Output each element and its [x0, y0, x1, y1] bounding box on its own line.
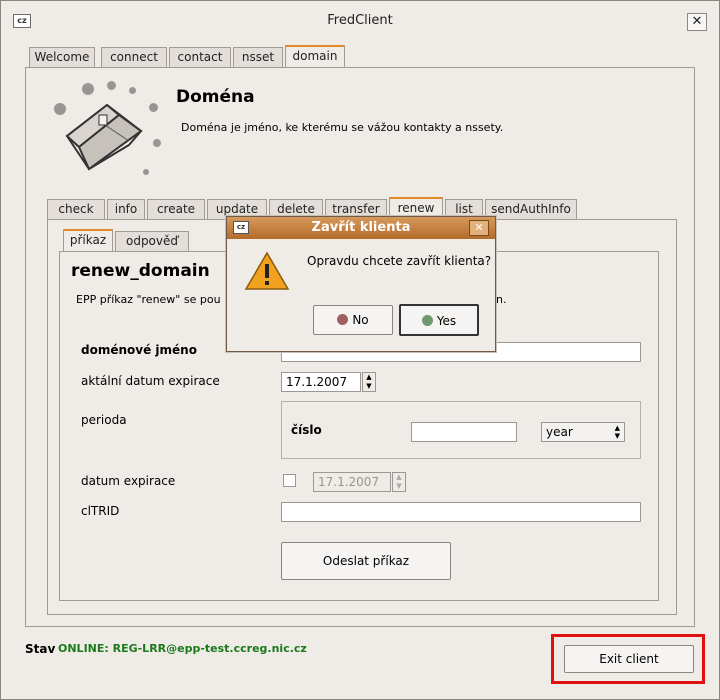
- status-value: ONLINE: REG-LRR@epp-test.ccreg.nic.cz: [58, 642, 307, 655]
- dialog-app-icon: cz: [233, 221, 249, 234]
- tab-response[interactable]: odpověď: [115, 231, 189, 252]
- no-label: No: [352, 313, 369, 327]
- no-icon: [337, 314, 349, 325]
- page-description: Doména je jméno, ke kterému se vážou kon…: [181, 121, 504, 134]
- period-number-input[interactable]: [411, 422, 517, 442]
- expiration-date-label: datum expirace: [81, 474, 176, 488]
- tab-domain[interactable]: domain: [285, 45, 345, 68]
- dialog-title-bar: cz Zavřít klienta ✕: [227, 217, 495, 239]
- period-unit-select[interactable]: year ▲ ▼: [541, 422, 625, 442]
- domain-name-label: doménové jméno: [81, 343, 197, 357]
- tab-label: sendAuthInfo: [491, 202, 571, 216]
- title-bar: cz FredClient ✕: [1, 1, 719, 41]
- tab-label: check: [58, 202, 94, 216]
- number-label: číslo: [291, 423, 322, 437]
- dialog-close-button[interactable]: ✕: [469, 220, 489, 236]
- window-close-button[interactable]: ✕: [687, 13, 707, 31]
- current-expiration-label: aktální datum expirace: [81, 374, 220, 388]
- tab-nsset[interactable]: nsset: [233, 47, 283, 68]
- tab-label: info: [114, 202, 138, 216]
- period-label: perioda: [81, 413, 127, 427]
- house-icon: [49, 81, 169, 181]
- tab-label: contact: [177, 50, 223, 64]
- dialog-title: Zavřít klienta: [311, 220, 411, 235]
- yes-icon: [421, 315, 433, 326]
- current-expiration-spinner[interactable]: ▲ ▼: [362, 372, 376, 392]
- tab-label: příkaz: [69, 233, 107, 247]
- yes-button[interactable]: Yes: [399, 304, 479, 336]
- yes-label: Yes: [436, 314, 457, 328]
- no-button[interactable]: No: [313, 305, 393, 335]
- tab-label: odpověď: [125, 234, 179, 248]
- tab-connect[interactable]: connect: [101, 47, 167, 68]
- dialog-message: Opravdu chcete zavřít klienta?: [307, 254, 492, 268]
- tab-create[interactable]: create: [147, 199, 205, 220]
- tab-label: update: [215, 202, 259, 216]
- period-unit-value: year: [546, 425, 573, 439]
- tab-label: nsset: [241, 50, 275, 64]
- tab-check[interactable]: check: [47, 199, 105, 220]
- expiration-date-input[interactable]: 17.1.2007: [313, 472, 391, 492]
- tab-command[interactable]: příkaz: [63, 229, 113, 252]
- tab-welcome[interactable]: Welcome: [29, 47, 95, 68]
- tab-label: renew: [397, 201, 435, 215]
- tab-label: connect: [110, 50, 158, 64]
- page-title: Doména: [176, 87, 255, 107]
- tab-label: Welcome: [34, 50, 90, 64]
- window-title: FredClient: [327, 13, 393, 28]
- cltrid-label: clTRID: [81, 504, 120, 518]
- form-intro: EPP příkaz "renew" se pou: [76, 293, 221, 306]
- form-intro-tail: n.: [496, 293, 507, 306]
- tab-label: transfer: [332, 202, 380, 216]
- expiration-date-checkbox[interactable]: [283, 474, 296, 487]
- tab-info[interactable]: info: [107, 199, 145, 220]
- warning-icon: [244, 251, 290, 290]
- tab-sendauthinfo[interactable]: sendAuthInfo: [485, 199, 577, 220]
- submit-command-button[interactable]: Odeslat příkaz: [281, 542, 451, 580]
- expiration-date-spinner[interactable]: ▲ ▼: [392, 472, 406, 492]
- tab-label: list: [455, 202, 473, 216]
- tab-label: delete: [277, 202, 315, 216]
- status-label: Stav: [25, 642, 56, 656]
- tab-contact[interactable]: contact: [169, 47, 231, 68]
- cltrid-input[interactable]: [281, 502, 641, 522]
- confirm-close-dialog: cz Zavřít klienta ✕ Opravdu chcete zavří…: [226, 216, 496, 352]
- exit-highlight-box: [551, 634, 705, 684]
- current-expiration-input[interactable]: 17.1.2007: [281, 372, 361, 392]
- select-arrows-icon: ▲ ▼: [614, 424, 620, 440]
- tab-label: domain: [292, 49, 338, 63]
- form-title: renew_domain: [71, 261, 210, 281]
- tab-label: create: [156, 202, 196, 216]
